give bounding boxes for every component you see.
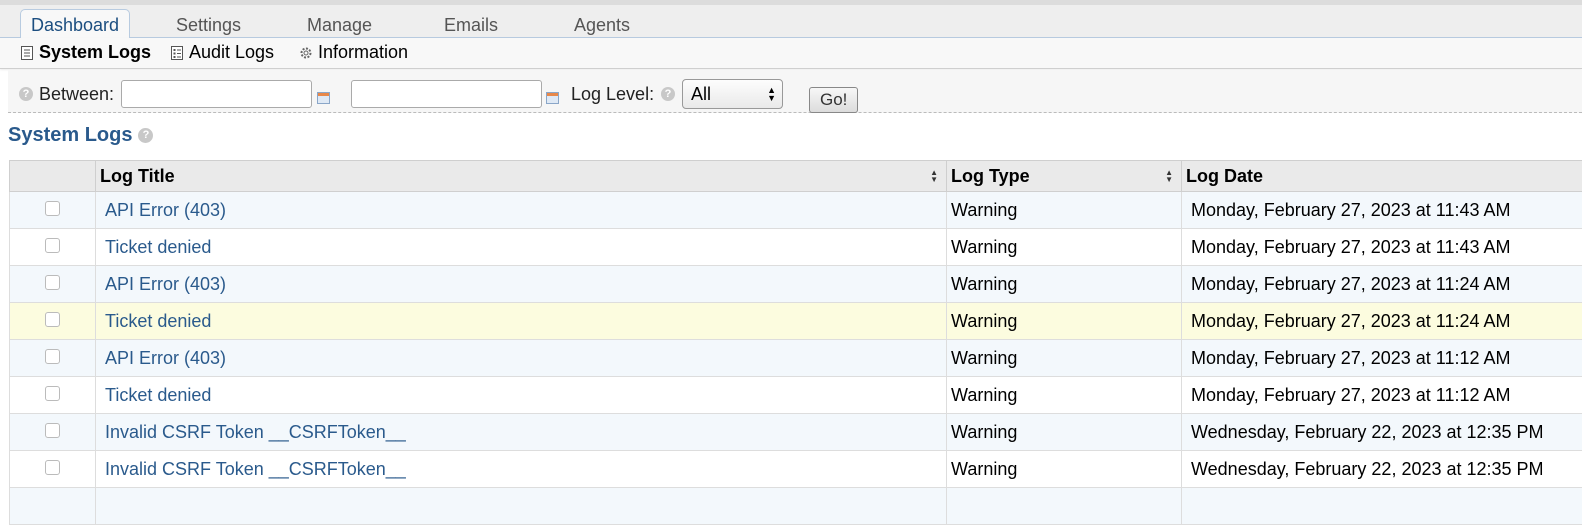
end-date-input[interactable] [351,80,542,108]
tab-settings[interactable]: Settings [176,9,241,37]
row-checkbox[interactable] [45,386,60,401]
subnav-item-label: System Logs [39,42,151,63]
calendar-icon[interactable] [546,92,559,104]
system-logs-table: Log Title ▲▼ Log Type ▲▼ Log Date API Erro… [9,160,1582,525]
log-date-cell: Monday, February 27, 2023 at 11:12 AM [1182,340,1582,377]
row-checkbox[interactable] [45,312,60,327]
table-header-row: Log Title ▲▼ Log Type ▲▼ Log Date [10,161,1582,192]
table-row [10,488,1582,525]
log-type-cell: Warning [947,414,1182,451]
sort-icon[interactable]: ▲▼ [1165,169,1173,183]
list-icon [170,45,184,61]
table-row: Ticket denied Warning Monday, February 2… [10,377,1582,414]
log-title-link[interactable]: Ticket denied [105,385,211,405]
row-checkbox[interactable] [45,460,60,475]
subnav-item-audit-logs[interactable]: Audit Logs [170,42,274,63]
help-icon[interactable]: ? [661,87,675,101]
start-date-input[interactable] [121,80,312,108]
log-type-cell: Warning [947,266,1182,303]
tab-manage[interactable]: Manage [307,9,372,37]
log-level-selected: All [691,84,711,104]
header-label: Log Date [1186,166,1263,186]
gear-icon [299,45,313,61]
row-checkbox[interactable] [45,201,60,216]
log-level-label: Log Level: [571,84,654,105]
document-icon [20,45,34,61]
log-type-cell: Warning [947,192,1182,229]
log-date-cell: Wednesday, February 22, 2023 at 12:35 PM [1182,451,1582,488]
table-row: API Error (403) Warning Monday, February… [10,340,1582,377]
subnav-item-label: Information [318,42,408,63]
header-label: Log Title [100,166,175,186]
sort-icon[interactable]: ▲▼ [930,169,938,183]
select-arrows-icon: ▲▼ [767,86,776,102]
page-title: System Logs ? [8,124,153,147]
log-type-cell: Warning [947,303,1182,340]
row-checkbox[interactable] [45,349,60,364]
help-icon[interactable]: ? [138,128,153,143]
log-title-link[interactable]: Ticket denied [105,311,211,331]
log-title-link[interactable]: API Error (403) [105,274,226,294]
between-label: Between: [39,84,114,105]
page-title-text: System Logs [8,124,132,147]
log-filter-bar: ? Between: Log Level: ? All ▲▼ Go! [8,70,1582,113]
log-title-link[interactable]: API Error (403) [105,200,226,220]
log-date-cell: Monday, February 27, 2023 at 11:24 AM [1182,266,1582,303]
log-date-cell: Monday, February 27, 2023 at 11:43 AM [1182,229,1582,266]
table-row: Invalid CSRF Token __CSRFToken__ Warning… [10,451,1582,488]
tab-agents[interactable]: Agents [574,9,630,37]
main-nav: Dashboard Settings Manage Emails Agents [0,5,1582,38]
table-row: Invalid CSRF Token __CSRFToken__ Warning… [10,414,1582,451]
select-column-header [10,161,96,192]
log-level-select[interactable]: All ▲▼ [682,79,783,109]
table-row: Ticket denied Warning Monday, February 2… [10,303,1582,340]
subnav-item-information[interactable]: Information [299,42,408,63]
log-date-cell: Monday, February 27, 2023 at 11:43 AM [1182,192,1582,229]
row-checkbox[interactable] [45,423,60,438]
log-title-link[interactable]: API Error (403) [105,348,226,368]
row-checkbox[interactable] [45,238,60,253]
table-row: Ticket denied Warning Monday, February 2… [10,229,1582,266]
log-date-header[interactable]: Log Date [1182,161,1582,192]
sub-nav: System Logs Audit Logs Information [0,38,1582,69]
log-type-cell: Warning [947,229,1182,266]
log-type-cell: Warning [947,340,1182,377]
go-button[interactable]: Go! [809,87,858,113]
table-row: API Error (403) Warning Monday, February… [10,266,1582,303]
log-title-link[interactable]: Invalid CSRF Token __CSRFToken__ [105,422,406,442]
log-date-cell: Monday, February 27, 2023 at 11:12 AM [1182,377,1582,414]
log-type-header[interactable]: Log Type ▲▼ [947,161,1182,192]
log-title-link[interactable]: Invalid CSRF Token __CSRFToken__ [105,459,406,479]
log-type-cell: Warning [947,377,1182,414]
log-date-cell: Monday, February 27, 2023 at 11:24 AM [1182,303,1582,340]
tab-emails[interactable]: Emails [444,9,498,37]
log-title-link[interactable]: Ticket denied [105,237,211,257]
subnav-item-label: Audit Logs [189,42,274,63]
tab-dashboard[interactable]: Dashboard [20,9,130,40]
log-date-cell: Wednesday, February 22, 2023 at 12:35 PM [1182,414,1582,451]
help-icon[interactable]: ? [19,87,33,101]
subnav-item-system-logs[interactable]: System Logs [20,42,151,63]
header-label: Log Type [951,166,1030,186]
log-title-header[interactable]: Log Title ▲▼ [96,161,947,192]
calendar-icon[interactable] [317,92,330,104]
table-row: API Error (403) Warning Monday, February… [10,192,1582,229]
log-type-cell: Warning [947,451,1182,488]
row-checkbox[interactable] [45,275,60,290]
